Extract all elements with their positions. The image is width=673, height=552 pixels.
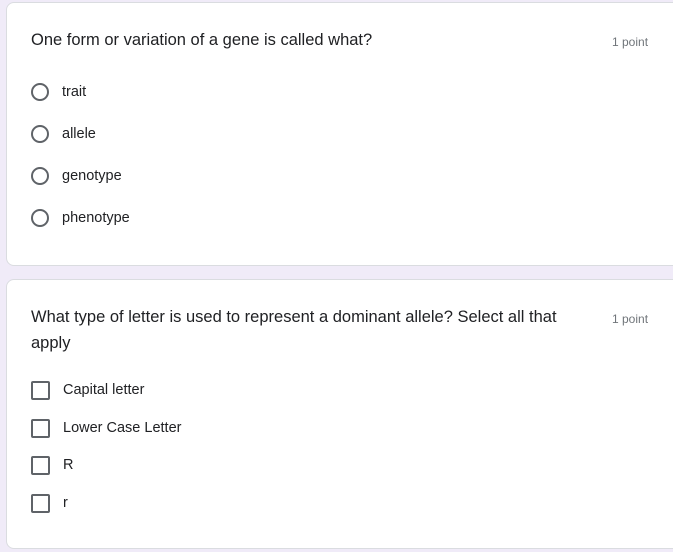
- radio-button-icon[interactable]: [31, 83, 49, 101]
- points-label: 1 point: [612, 312, 649, 326]
- question-card-1: One form or variation of a gene is calle…: [6, 2, 673, 266]
- points-label: 1 point: [612, 35, 649, 49]
- checkbox-icon[interactable]: [31, 380, 50, 400]
- radio-button-icon[interactable]: [31, 209, 49, 227]
- option-label: trait: [62, 84, 87, 100]
- radio-option-phenotype[interactable]: phenotype: [31, 206, 130, 230]
- option-label: allele: [62, 126, 96, 142]
- question-card-2: What type of letter is used to represent…: [6, 279, 673, 549]
- radio-button-icon[interactable]: [31, 125, 49, 143]
- radio-button-icon[interactable]: [31, 167, 49, 185]
- option-label: r: [63, 495, 68, 511]
- radio-option-allele[interactable]: allele: [31, 122, 96, 146]
- checkbox-icon[interactable]: [31, 455, 50, 475]
- option-label: phenotype: [62, 210, 130, 226]
- radio-option-genotype[interactable]: genotype: [31, 164, 122, 188]
- radio-option-trait[interactable]: trait: [31, 80, 86, 104]
- checkbox-option-R[interactable]: R: [31, 453, 73, 477]
- option-label: Capital letter: [63, 382, 145, 398]
- checkbox-icon[interactable]: [31, 418, 50, 438]
- option-label: Lower Case Letter: [63, 420, 182, 436]
- question-title: One form or variation of a gene is calle…: [31, 31, 373, 49]
- option-label: R: [63, 457, 74, 473]
- checkbox-option-r[interactable]: r: [31, 491, 68, 515]
- checkbox-option-capital-letter[interactable]: Capital letter: [31, 378, 144, 402]
- checkbox-option-lower-case-letter[interactable]: Lower Case Letter: [31, 416, 181, 440]
- option-label: genotype: [62, 168, 122, 184]
- checkbox-icon[interactable]: [31, 493, 50, 513]
- question-title: What type of letter is used to represent…: [31, 308, 557, 352]
